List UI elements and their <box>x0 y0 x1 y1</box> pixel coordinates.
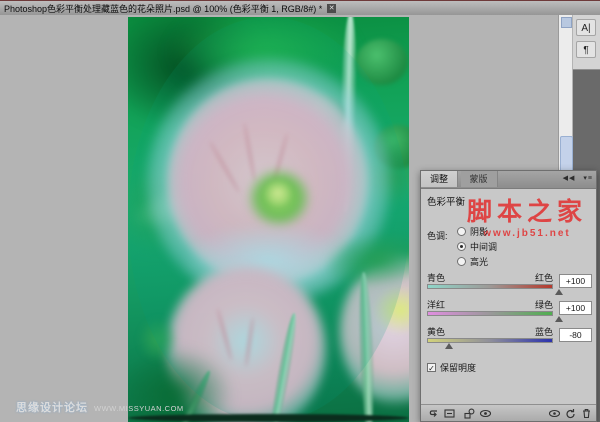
scrollbar-thumb[interactable] <box>560 136 573 174</box>
slider-handle[interactable] <box>555 316 563 322</box>
slider-track[interactable] <box>427 284 553 289</box>
watermark-url: WWW.MISSYUAN.COM <box>94 404 184 413</box>
tab-masks[interactable]: 蒙版 <box>460 171 498 187</box>
paragraph-panel-icon[interactable]: ¶ <box>576 41 596 58</box>
slider-right-label: 绿色 <box>534 300 553 310</box>
delete-adjustment-trash-icon[interactable] <box>580 407 593 420</box>
radio-midtones[interactable]: 中间调 <box>457 240 497 252</box>
slider-value-field[interactable]: -80 <box>559 328 592 342</box>
radio-icon[interactable] <box>457 256 466 266</box>
panel-footer-toolbar <box>421 404 596 421</box>
cyan-red-slider-row: 青色 红色 +100 <box>421 271 598 297</box>
preserve-luminosity-checkbox[interactable]: ✓ 保留明度 <box>427 361 476 374</box>
photo-color-cast-overlay <box>128 17 409 422</box>
slider-right-label: 蓝色 <box>534 327 553 337</box>
reset-adjustment-icon[interactable] <box>564 407 577 420</box>
panel-title: 色彩平衡 <box>427 197 466 208</box>
window-titlebar: Photoshop色彩平衡处理藏蓝色的花朵照片.psd @ 100% (色彩平衡… <box>0 0 600 15</box>
close-icon[interactable]: ✕ <box>327 3 337 13</box>
scrollbar-arrow-icon[interactable] <box>561 17 572 28</box>
tab-adjustments[interactable]: 调整 <box>421 171 459 187</box>
slider-value-field[interactable]: +100 <box>559 274 592 288</box>
jb51-watermark-name: 脚本之家 <box>466 197 587 226</box>
tone-label: 色调: <box>427 231 448 241</box>
character-panel-icon[interactable]: A| <box>576 19 596 36</box>
radio-label: 阴影 <box>470 226 489 237</box>
radio-shadows[interactable]: 阴影 <box>457 225 488 237</box>
view-previous-state-eye-icon[interactable] <box>548 407 561 420</box>
slider-handle[interactable] <box>445 343 454 349</box>
collapse-panel-icon[interactable]: ◀◀ <box>563 175 576 182</box>
panel-menu-icon[interactable]: ▾≡ <box>583 175 593 182</box>
photo-bottom-edge <box>128 414 409 422</box>
return-to-adjustment-list-icon[interactable] <box>426 407 439 420</box>
panel-header-icons: ◀◀ ▾≡ <box>558 174 593 182</box>
document-photo <box>128 17 409 422</box>
switch-panel-view-icon[interactable] <box>443 407 456 420</box>
radio-label: 中间调 <box>470 241 498 252</box>
checkbox-icon[interactable]: ✓ <box>427 363 436 373</box>
magenta-green-slider-row: 洋红 绿色 +100 <box>421 298 598 324</box>
panel-body: 色彩平衡 脚本之家 www.jb51.net 色调: 阴影 中间调 高光 青色 … <box>421 189 596 405</box>
yellow-blue-slider-row: 黄色 蓝色 -80 <box>421 325 598 351</box>
slider-track[interactable] <box>427 311 553 316</box>
watermark-site-name: 思缘设计论坛 <box>16 402 88 414</box>
toggle-visibility-eye-icon[interactable] <box>479 407 492 420</box>
clip-to-layer-icon[interactable] <box>463 407 476 420</box>
window-title: Photoshop色彩平衡处理藏蓝色的花朵照片.psd @ 100% (色彩平衡… <box>4 3 323 14</box>
panel-tabbar: 调整 蒙版 ◀◀ ▾≡ <box>421 171 596 189</box>
slider-right-label: 红色 <box>534 273 553 283</box>
radio-label: 高光 <box>470 256 489 267</box>
slider-handle[interactable] <box>555 289 563 295</box>
missyuan-watermark: 思缘设计论坛 WWW.MISSYUAN.COM <box>16 399 184 415</box>
checkbox-label: 保留明度 <box>440 363 477 373</box>
radio-highlights[interactable]: 高光 <box>457 255 488 267</box>
slider-value-field[interactable]: +100 <box>559 301 592 315</box>
panel-dock-header: A| ¶ <box>573 15 600 70</box>
radio-icon[interactable] <box>457 226 466 236</box>
radio-icon[interactable] <box>457 241 466 251</box>
adjustments-panel: 调整 蒙版 ◀◀ ▾≡ 色彩平衡 脚本之家 www.jb51.net 色调: 阴… <box>420 170 597 422</box>
